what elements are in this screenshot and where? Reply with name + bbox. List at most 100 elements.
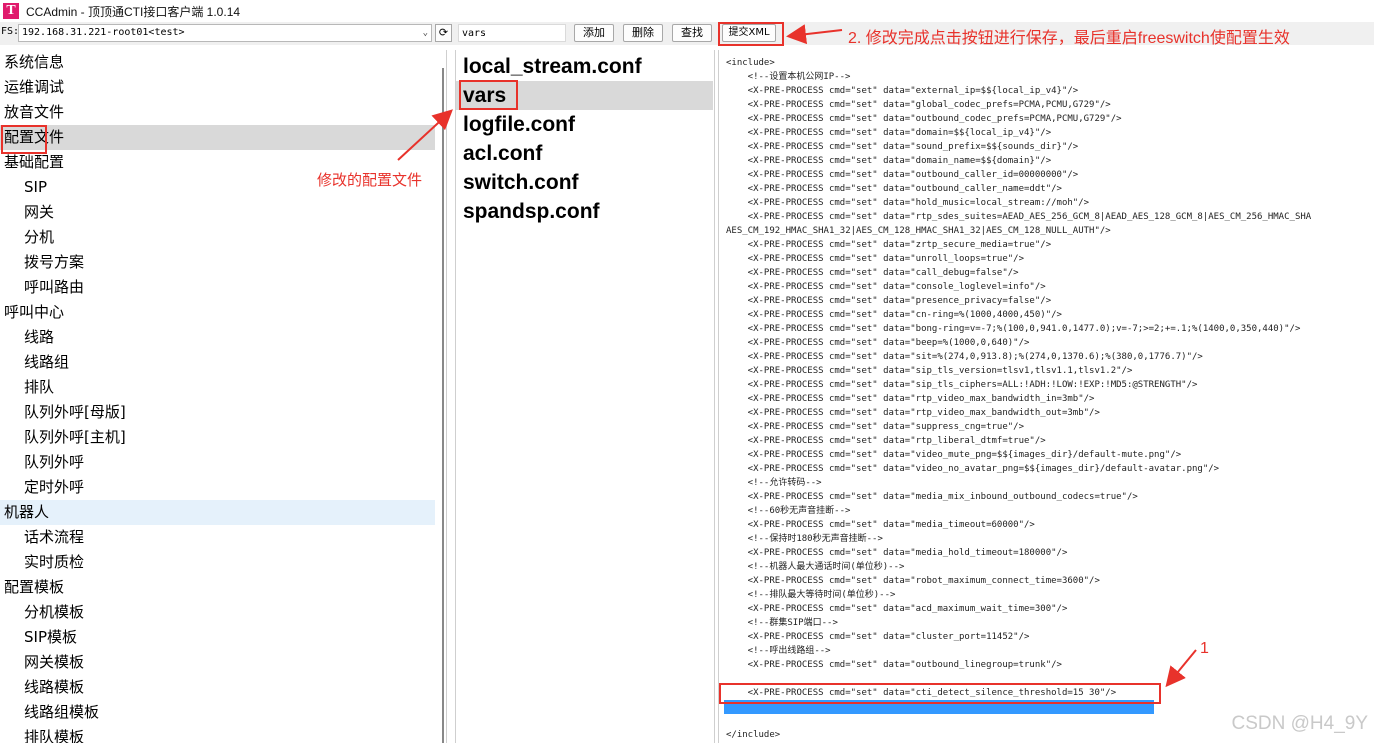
nav-item[interactable]: 话术流程 (0, 525, 435, 550)
config-file-item[interactable]: acl.conf (456, 139, 713, 168)
xml-line[interactable]: <X-PRE-PROCESS cmd="set" data="sit=%(274… (726, 350, 1374, 364)
nav-item[interactable]: 排队模板 (0, 725, 435, 743)
xml-line[interactable]: <X-PRE-PROCESS cmd="set" data="outbound_… (726, 112, 1374, 126)
xml-line[interactable]: <X-PRE-PROCESS cmd="set" data="sip_tls_c… (726, 378, 1374, 392)
xml-line[interactable]: <!--保持时180秒无声音挂断--> (726, 532, 1374, 546)
xml-line-selected[interactable] (724, 700, 1154, 714)
nav-item[interactable]: 线路模板 (0, 675, 435, 700)
xml-line[interactable]: <X-PRE-PROCESS cmd="set" data="beep=%(10… (726, 336, 1374, 350)
xml-line[interactable]: <X-PRE-PROCESS cmd="set" data="domain=$$… (726, 126, 1374, 140)
nav-item[interactable]: 分机模板 (0, 600, 435, 625)
nav-item[interactable]: 放音文件 (0, 100, 435, 125)
xml-line[interactable]: <X-PRE-PROCESS cmd="set" data="presence_… (726, 294, 1374, 308)
nav-item[interactable]: 线路 (0, 325, 435, 350)
xml-line[interactable]: <X-PRE-PROCESS cmd="set" data="sound_pre… (726, 140, 1374, 154)
xml-line[interactable]: <X-PRE-PROCESS cmd="set" data="media_hol… (726, 546, 1374, 560)
nav-item[interactable]: 网关 (0, 200, 435, 225)
add-button[interactable]: 添加 (574, 24, 614, 42)
xml-line[interactable]: <include> (726, 56, 1374, 70)
xml-line[interactable]: <!--排队最大等待时间(单位秒)--> (726, 588, 1374, 602)
title-bar: T CCAdmin - 顶顶通CTI接口客户端 1.0.14 (0, 0, 1374, 22)
watermark: CSDN @H4_9Y (1231, 713, 1369, 734)
xml-line[interactable]: <X-PRE-PROCESS cmd="set" data="robot_max… (726, 574, 1374, 588)
xml-line[interactable]: <X-PRE-PROCESS cmd="set" data="domain_na… (726, 154, 1374, 168)
search-input[interactable] (458, 24, 566, 42)
nav-item[interactable]: SIP (0, 175, 435, 200)
xml-line[interactable]: <X-PRE-PROCESS cmd="set" data="outbound_… (726, 658, 1374, 672)
xml-line[interactable]: <!--60秒无声音挂断--> (726, 504, 1374, 518)
xml-line[interactable]: <X-PRE-PROCESS cmd="set" data="cn-ring=%… (726, 308, 1374, 322)
xml-line[interactable]: <X-PRE-PROCESS cmd="set" data="media_tim… (726, 518, 1374, 532)
xml-line[interactable]: <X-PRE-PROCESS cmd="set" data="call_debu… (726, 266, 1374, 280)
nav-scrollbar[interactable] (436, 50, 446, 743)
xml-line[interactable]: <!--机器人最大通话时间(单位秒)--> (726, 560, 1374, 574)
xml-line[interactable]: <X-PRE-PROCESS cmd="set" data="sip_tls_v… (726, 364, 1374, 378)
xml-line[interactable]: <!--群集SIP端口--> (726, 616, 1374, 630)
nav-item[interactable]: 队列外呼[母版] (0, 400, 435, 425)
nav-item[interactable]: 配置模板 (0, 575, 435, 600)
xml-line[interactable]: <X-PRE-PROCESS cmd="set" data="zrtp_secu… (726, 238, 1374, 252)
xml-line[interactable]: <!--呼出线路组--> (726, 644, 1374, 658)
xml-line[interactable]: <X-PRE-PROCESS cmd="set" data="video_mut… (726, 448, 1374, 462)
xml-line[interactable]: <X-PRE-PROCESS cmd="set" data="rtp_video… (726, 392, 1374, 406)
nav-item[interactable]: 呼叫中心 (0, 300, 435, 325)
xml-line[interactable]: AES_CM_192_HMAC_SHA1_32|AES_CM_128_HMAC_… (726, 224, 1374, 238)
app-logo-icon: T (3, 3, 19, 19)
nav-item[interactable]: 队列外呼[主机] (0, 425, 435, 450)
find-button[interactable]: 查找 (672, 24, 712, 42)
nav-item[interactable]: 配置文件 (0, 125, 435, 150)
xml-line[interactable]: <!--设置本机公网IP--> (726, 70, 1374, 84)
config-file-item[interactable]: vars (456, 81, 713, 110)
xml-line[interactable]: <X-PRE-PROCESS cmd="set" data="rtp_liber… (726, 434, 1374, 448)
xml-line[interactable]: <X-PRE-PROCESS cmd="set" data="hold_musi… (726, 196, 1374, 210)
nav-item[interactable]: 定时外呼 (0, 475, 435, 500)
nav-item[interactable]: 运维调试 (0, 75, 435, 100)
refresh-icon[interactable]: ⟳ (435, 24, 452, 42)
nav-item[interactable]: 线路组 (0, 350, 435, 375)
submit-xml-button[interactable]: 提交XML (722, 24, 776, 42)
xml-line[interactable]: <X-PRE-PROCESS cmd="set" data="external_… (726, 84, 1374, 98)
nav-item[interactable]: 拨号方案 (0, 250, 435, 275)
xml-line[interactable]: <X-PRE-PROCESS cmd="set" data="video_no_… (726, 462, 1374, 476)
config-file-item[interactable]: logfile.conf (456, 110, 713, 139)
xml-line[interactable]: <X-PRE-PROCESS cmd="set" data="outbound_… (726, 168, 1374, 182)
xml-line[interactable]: <X-PRE-PROCESS cmd="set" data="unroll_lo… (726, 252, 1374, 266)
xml-line[interactable]: <X-PRE-PROCESS cmd="set" data="acd_maxim… (726, 602, 1374, 616)
chevron-down-icon[interactable]: ⌄ (423, 27, 428, 39)
xml-line[interactable]: <!--允许转码--> (726, 476, 1374, 490)
fs-server-select[interactable]: 192.168.31.221-root01<test> ⌄ (18, 24, 432, 42)
xml-line[interactable]: <X-PRE-PROCESS cmd="set" data="media_mix… (726, 490, 1374, 504)
nav-item[interactable]: 机器人 (0, 500, 435, 525)
nav-item[interactable]: SIP模板 (0, 625, 435, 650)
toolbar: FS: 192.168.31.221-root01<test> ⌄ ⟳ 添加 删… (0, 22, 1374, 45)
config-file-item[interactable]: local_stream.conf (456, 52, 713, 81)
xml-line[interactable]: <X-PRE-PROCESS cmd="set" data="rtp_sdes_… (726, 210, 1374, 224)
nav-item[interactable]: 线路组模板 (0, 700, 435, 725)
fs-label: FS: (1, 26, 20, 37)
xml-line[interactable]: <X-PRE-PROCESS cmd="set" data="cti_detec… (726, 686, 1374, 700)
nav-item[interactable]: 队列外呼 (0, 450, 435, 475)
config-file-list: local_stream.conf vars logfile.conf acl.con… (455, 50, 715, 743)
xml-line[interactable]: <X-PRE-PROCESS cmd="set" data="cluster_p… (726, 630, 1374, 644)
config-file-item[interactable]: switch.conf (456, 168, 713, 197)
xml-line[interactable]: <X-PRE-PROCESS cmd="set" data="suppress_… (726, 420, 1374, 434)
xml-editor[interactable]: <include> <!--设置本机公网IP--> <X-PRE-PROCESS… (718, 50, 1374, 743)
nav-item[interactable]: 实时质检 (0, 550, 435, 575)
xml-line[interactable] (726, 672, 1374, 686)
xml-line[interactable]: <X-PRE-PROCESS cmd="set" data="rtp_video… (726, 406, 1374, 420)
nav-item[interactable]: 呼叫路由 (0, 275, 435, 300)
fs-server-value: 192.168.31.221-root01<test> (22, 27, 185, 38)
xml-line[interactable]: <X-PRE-PROCESS cmd="set" data="bong-ring… (726, 322, 1374, 336)
nav-item[interactable]: 分机 (0, 225, 435, 250)
nav-scrollbar-thumb[interactable] (442, 68, 444, 743)
delete-button[interactable]: 删除 (623, 24, 663, 42)
nav-item[interactable]: 网关模板 (0, 650, 435, 675)
nav-item[interactable]: 排队 (0, 375, 435, 400)
nav-tree: 系统信息 运维调试 放音文件 配置文件 基础配置 SIP 网关 分机 拨号方案 呼叫路由 呼叫中心线… (0, 50, 447, 743)
xml-line[interactable]: <X-PRE-PROCESS cmd="set" data="console_l… (726, 280, 1374, 294)
xml-line[interactable]: <X-PRE-PROCESS cmd="set" data="outbound_… (726, 182, 1374, 196)
xml-line[interactable]: <X-PRE-PROCESS cmd="set" data="global_co… (726, 98, 1374, 112)
config-file-item[interactable]: spandsp.conf (456, 197, 713, 226)
nav-item[interactable]: 系统信息 (0, 50, 435, 75)
nav-item[interactable]: 基础配置 (0, 150, 435, 175)
